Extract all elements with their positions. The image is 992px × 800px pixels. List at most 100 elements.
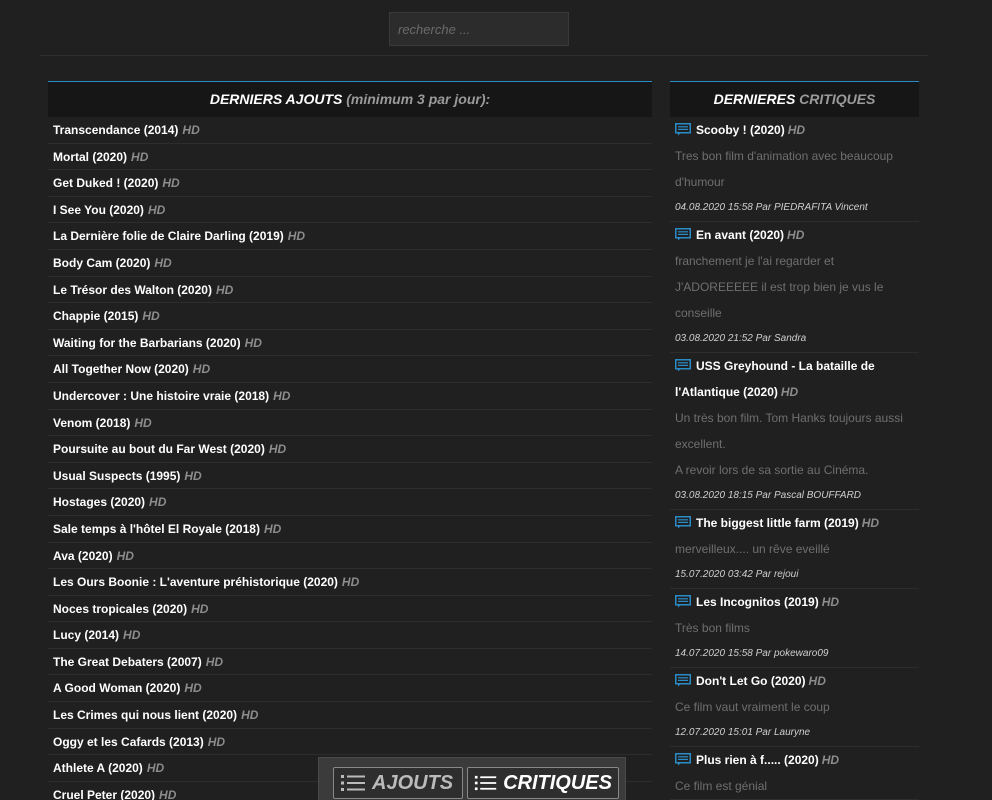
addition-item[interactable]: Ava (2020) HD [48,543,652,570]
hd-badge: HD [184,681,202,696]
latest-reviews-title: DERNIERES [713,91,796,107]
addition-title[interactable]: I See You (2020) [53,203,144,217]
addition-item[interactable]: Oggy et les Cafards (2013) HD [48,729,652,756]
review-text: Un très bon film. Tom Hanks toujours aus… [675,411,903,451]
review-title[interactable]: En avant (2020) HD [675,222,914,248]
addition-title[interactable]: Body Cam (2020) [53,256,150,270]
review-title[interactable]: Plus rien à f..... (2020) HD [675,747,914,773]
addition-title[interactable]: Cruel Peter (2020) [53,788,155,800]
addition-item[interactable]: Les Crimes qui nous lient (2020) HD [48,702,652,729]
review-item: Les Incognitos (2019) HD Très bon films 14.… [670,589,919,668]
review-text: Ce film vaut vraiment le coup [675,700,830,714]
addition-item[interactable]: The Great Debaters (2007) HD [48,649,652,676]
hd-badge: HD [123,628,141,643]
addition-title[interactable]: Get Duked ! (2020) [53,176,158,190]
addition-item[interactable]: Sale temps à l'hôtel El Royale (2018) HD [48,516,652,543]
addition-title[interactable]: Le Trésor des Walton (2020) [53,283,212,297]
addition-item[interactable]: Venom (2018) HD [48,410,652,437]
addition-item[interactable]: Chappie (2015) HD [48,303,652,330]
addition-title[interactable]: Undercover : Une histoire vraie (2018) [53,389,269,403]
addition-title[interactable]: Ava (2020) [53,549,113,563]
latest-additions-header: DERNIERS AJOUTS (minimum 3 par jour): [48,81,652,117]
addition-item[interactable]: Undercover : Une histoire vraie (2018) HD [48,383,652,410]
addition-title[interactable]: Les Crimes qui nous lient (2020) [53,708,237,722]
hd-badge: HD [821,595,840,609]
hd-badge: HD [149,495,167,510]
addition-title[interactable]: Mortal (2020) [53,150,127,164]
addition-title[interactable]: Waiting for the Barbarians (2020) [53,336,241,350]
addition-item[interactable]: Mortal (2020) HD [48,144,652,171]
addition-title[interactable]: Sale temps à l'hôtel El Royale (2018) [53,522,260,536]
review-movie-title[interactable]: The biggest little farm (2019) [696,516,859,530]
addition-title[interactable]: All Together Now (2020) [53,362,189,376]
review-text: Très bon films [675,621,750,635]
hd-badge: HD [116,548,134,563]
review-title[interactable]: USS Greyhound - La bataille de l'Atlanti… [675,353,914,405]
latest-additions-title: DERNIERS AJOUTS [209,91,343,107]
review-item: Don't Let Go (2020) HD Ce film vaut vraime… [670,668,919,747]
review-item: Scooby ! (2020) HD Tres bon film d'animati… [670,117,919,222]
review-title[interactable]: Les Incognitos (2019) HD [675,589,914,615]
hd-badge: HD [154,255,172,270]
addition-title[interactable]: The Great Debaters (2007) [53,655,202,669]
review-text: A revoir lors de sa sortie au Cinéma. [675,463,869,477]
addition-item[interactable]: Usual Suspects (1995) HD [48,463,652,490]
critiques-label: CRITIQUES [503,771,612,794]
hd-badge: HD [268,442,287,457]
addition-title[interactable]: Noces tropicales (2020) [53,602,187,616]
addition-item[interactable]: Le Trésor des Walton (2020) HD [48,277,652,304]
review-meta: 03.08.2020 21:52 Par Sandra [675,333,807,344]
addition-item[interactable]: Body Cam (2020) HD [48,250,652,277]
review-movie-title[interactable]: Les Incognitos (2019) [696,595,819,609]
addition-title[interactable]: Poursuite au bout du Far West (2020) [53,442,265,456]
addition-item[interactable]: Les Ours Boonie : L'aventure préhistoriq… [48,569,652,596]
addition-item[interactable]: All Together Now (2020) HD [48,356,652,383]
comment-icon [675,749,691,766]
latest-reviews-panel: DERNIERES CRITIQUES Scooby ! (2020) HD Tre… [670,81,919,800]
comment-icon [675,355,691,372]
review-item: The biggest little farm (2019) HD merveill… [670,510,919,589]
review-movie-title[interactable]: En avant (2020) [696,228,784,242]
review-movie-title[interactable]: Plus rien à f..... (2020) [696,753,819,767]
review-item: En avant (2020) HD franchement je l'ai reg… [670,222,919,353]
addition-title[interactable]: Transcendance (2014) [53,123,178,137]
addition-title[interactable]: Oggy et les Cafards (2013) [53,735,204,749]
hd-badge: HD [263,521,282,536]
hd-badge: HD [787,123,806,137]
addition-item[interactable]: Waiting for the Barbarians (2020) HD [48,330,652,357]
addition-title[interactable]: Hostages (2020) [53,495,145,509]
ajouts-button[interactable]: AJOUTS [333,767,463,799]
addition-item[interactable]: Poursuite au bout du Far West (2020) HD [48,436,652,463]
addition-title[interactable]: Athlete A (2020) [53,761,143,775]
addition-title[interactable]: Lucy (2014) [53,628,119,642]
review-movie-title[interactable]: USS Greyhound - La bataille de l'Atlanti… [675,359,875,399]
hd-badge: HD [861,516,880,530]
hd-badge: HD [131,149,149,164]
addition-item[interactable]: Hostages (2020) HD [48,489,652,516]
addition-item[interactable]: I See You (2020) HD [48,197,652,224]
addition-title[interactable]: La Dernière folie de Claire Darling (201… [53,229,284,243]
review-movie-title[interactable]: Scooby ! (2020) [696,123,785,137]
critiques-button[interactable]: CRITIQUES [467,767,619,799]
addition-title[interactable]: Les Ours Boonie : L'aventure préhistoriq… [53,575,338,589]
addition-item[interactable]: A Good Woman (2020) HD [48,675,652,703]
addition-item[interactable]: Lucy (2014) HD [48,622,652,649]
addition-title[interactable]: Usual Suspects (1995) [53,469,180,483]
review-text: Ce film est génial [675,779,768,793]
addition-title[interactable]: Venom (2018) [53,416,130,430]
review-title[interactable]: Scooby ! (2020) HD [675,117,914,143]
review-movie-title[interactable]: Don't Let Go (2020) [696,674,806,688]
hd-badge: HD [207,734,226,749]
review-item: USS Greyhound - La bataille de l'Atlanti… [670,353,919,510]
addition-title[interactable]: A Good Woman (2020) [53,681,180,695]
review-title[interactable]: The biggest little farm (2019) HD [675,510,914,536]
review-meta: 14.07.2020 15:58 Par pokewaro09 [675,648,829,659]
addition-item[interactable]: Noces tropicales (2020) HD [48,596,652,623]
addition-item[interactable]: Transcendance (2014) HD [48,117,652,144]
addition-item[interactable]: Get Duked ! (2020) HD [48,170,652,197]
addition-item[interactable]: La Dernière folie de Claire Darling (201… [48,223,652,250]
review-title[interactable]: Don't Let Go (2020) HD [675,668,914,694]
addition-title[interactable]: Chappie (2015) [53,309,138,323]
review-text: Tres bon film d'animation avec beaucoup … [675,149,893,189]
search-input[interactable] [389,12,569,46]
